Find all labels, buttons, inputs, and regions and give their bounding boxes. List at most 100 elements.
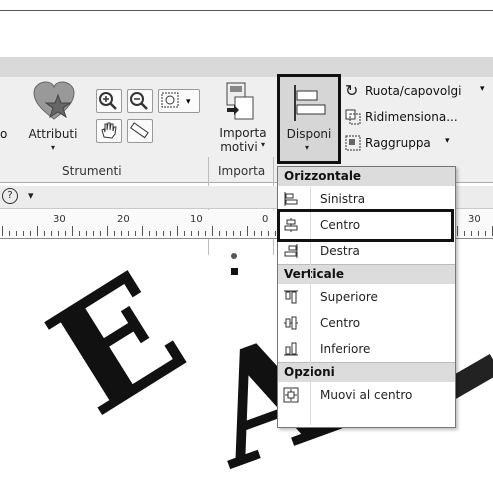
ruler-tick xyxy=(254,231,255,236)
ruler-tick xyxy=(268,231,269,236)
menu-item-label: Centro xyxy=(320,316,361,330)
menu-item-muovi-al-centro[interactable]: Muovi al centro xyxy=(278,382,455,408)
resize-icon xyxy=(345,109,361,125)
importa-motivi-button[interactable]: Importa motivi ▾ xyxy=(213,79,271,163)
ruler-label: 30 xyxy=(468,214,481,225)
strumenti-group-label: Strumenti xyxy=(62,164,122,178)
menu-section-opzioni: Opzioni xyxy=(278,362,455,382)
align-top-icon xyxy=(284,290,298,304)
embroidery-letter-e[interactable]: E xyxy=(22,239,212,449)
zoom-out-button[interactable] xyxy=(127,89,153,113)
ruler-tick xyxy=(471,231,472,236)
ruler-tick xyxy=(65,231,66,236)
ruler-tick xyxy=(261,231,262,236)
ruler-tick xyxy=(107,226,108,236)
ruler-tick xyxy=(156,231,157,236)
ruler-tick xyxy=(275,231,276,236)
zoom-in-icon xyxy=(99,92,117,110)
raggruppa-button[interactable]: Raggruppa ▾ xyxy=(343,135,493,153)
ruler-label: 0 xyxy=(262,214,269,225)
attributi-label: Attributi xyxy=(28,127,78,141)
hand-icon xyxy=(101,122,117,139)
zoom-fit-icon: ▾ xyxy=(161,92,191,108)
rotate-icon: ↻ xyxy=(345,81,359,100)
window-top-border xyxy=(0,10,493,11)
ruler-tick xyxy=(464,231,465,236)
menu-item-superiore[interactable]: Superiore xyxy=(278,284,455,310)
raggruppa-label: Raggruppa xyxy=(365,136,431,150)
selected-item-highlight xyxy=(277,209,454,242)
import-patterns-icon xyxy=(226,82,254,120)
menu-item-centro-verticale[interactable]: Centro xyxy=(278,310,455,336)
ruler-tick xyxy=(149,231,150,236)
ruler-tick xyxy=(128,231,129,236)
ruler-tick xyxy=(23,231,24,236)
ruler-tick xyxy=(163,231,164,236)
selection-handle[interactable] xyxy=(231,268,238,275)
ruler-tick xyxy=(30,231,31,236)
ruler-label: 10 xyxy=(190,214,203,225)
ruler-tick xyxy=(478,231,479,236)
ruler-tick xyxy=(135,231,136,236)
menu-section-orizzontale: Orizzontale xyxy=(278,167,455,186)
svg-text:▾: ▾ xyxy=(186,97,191,107)
ruler-tick xyxy=(93,231,94,236)
ruler-tick xyxy=(240,231,241,236)
ridimensiona-button[interactable]: Ridimensiona... xyxy=(343,109,493,127)
ruler-tick xyxy=(44,231,45,236)
importa-group-label: Importa xyxy=(218,164,266,178)
pan-hand-button[interactable] xyxy=(96,119,122,143)
ruler-tick xyxy=(233,231,234,236)
customize-qat-icon[interactable]: ▾ xyxy=(28,189,34,202)
ruler-label: 30 xyxy=(53,214,66,225)
ruler-tick xyxy=(485,231,486,236)
menu-item-inferiore[interactable]: Inferiore xyxy=(278,336,455,362)
ruler-tick xyxy=(247,226,248,236)
ruler-tick xyxy=(72,226,73,236)
ruler-tick xyxy=(79,231,80,236)
menu-section-verticale: Verticale xyxy=(278,264,455,284)
ruler-tick xyxy=(51,231,52,236)
importa-label-line1: Importa xyxy=(219,126,267,140)
ruler-tick xyxy=(212,226,213,236)
menu-item-label: Muovi al centro xyxy=(320,388,413,402)
disponi-highlight xyxy=(277,74,341,164)
heart-star-icon xyxy=(33,81,75,120)
ruler-tick xyxy=(457,226,458,236)
group-icon xyxy=(345,135,361,151)
ruler-tick xyxy=(2,226,3,236)
ruler-tick xyxy=(37,226,38,236)
chevron-down-icon: ▾ xyxy=(445,136,450,146)
measure-button[interactable] xyxy=(127,119,153,143)
align-middle-icon xyxy=(284,316,298,330)
ruler-label: 20 xyxy=(117,214,130,225)
zoom-fit-button[interactable]: ▾ xyxy=(158,89,200,113)
move-to-center-icon xyxy=(283,387,299,403)
importa-label-line2: motivi xyxy=(220,140,258,154)
ruler-tick xyxy=(58,231,59,236)
menu-item-label: Superiore xyxy=(320,290,378,304)
help-icon[interactable]: ? xyxy=(2,188,18,204)
ruler-tick xyxy=(16,231,17,236)
disponi-dropdown-menu: Orizzontale Sinistra Centro Destra Verti… xyxy=(277,166,456,428)
align-bottom-icon xyxy=(284,342,298,356)
ruler-tick xyxy=(177,226,178,236)
ruler-tick xyxy=(219,231,220,236)
ruler-tick xyxy=(170,231,171,236)
ruler-tick xyxy=(86,231,87,236)
chevron-down-icon: ▾ xyxy=(51,143,56,152)
ruler-tick xyxy=(100,231,101,236)
menu-item-label: Inferiore xyxy=(320,342,371,356)
left-cut-label: o xyxy=(0,127,8,141)
ruler-tick xyxy=(114,231,115,236)
zoom-out-icon xyxy=(130,92,148,110)
ruler-tick xyxy=(9,231,10,236)
ridimensiona-label: Ridimensiona... xyxy=(365,110,458,124)
zoom-in-button[interactable] xyxy=(96,89,122,113)
attributi-button[interactable]: Attributi ▾ xyxy=(26,81,80,153)
ruler-tick xyxy=(226,231,227,236)
ruler-tick xyxy=(121,231,122,236)
ruota-capovolgi-button[interactable]: ↻ Ruota/capovolgi ▾ xyxy=(343,81,493,101)
origin-marker xyxy=(231,253,237,259)
ribbon-tab-strip xyxy=(0,57,493,77)
